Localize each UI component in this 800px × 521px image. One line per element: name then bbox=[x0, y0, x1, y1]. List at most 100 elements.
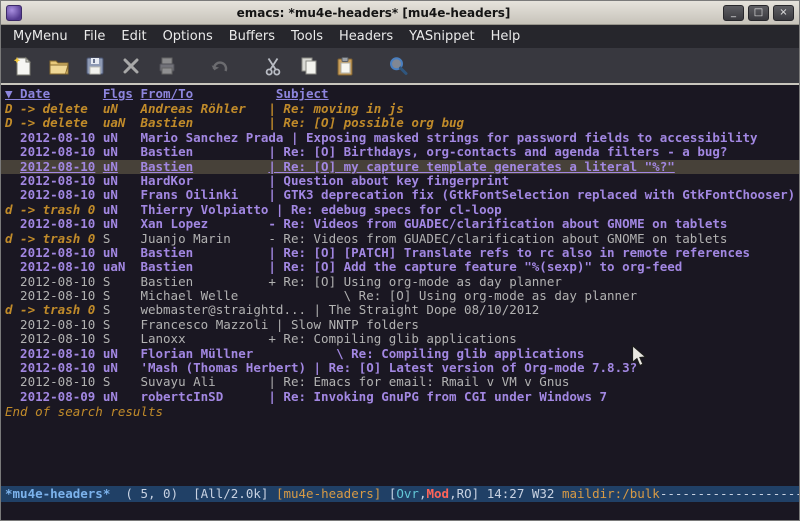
message-subject: | Re: Invoking GnuPG from CGI under Wind… bbox=[268, 390, 607, 404]
print-icon bbox=[156, 55, 178, 77]
message-from: Bastien bbox=[140, 246, 268, 260]
emacs-window: emacs: *mu4e-headers* [mu4e-headers] _ □… bbox=[0, 0, 800, 521]
modeline-text: *mu4e-headers* ( 5, 0) [All/2.0k] [mu4e-… bbox=[5, 486, 799, 501]
toolbar-save-button[interactable] bbox=[81, 52, 108, 79]
message-date: 2012-08-10 bbox=[20, 145, 103, 159]
paste-icon bbox=[334, 55, 356, 77]
window-title: emacs: *mu4e-headers* [mu4e-headers] bbox=[28, 6, 719, 20]
toolbar-paste-button[interactable] bbox=[331, 52, 358, 79]
toolbar-print-button[interactable] bbox=[153, 52, 180, 79]
toolbar-cut-button[interactable] bbox=[259, 52, 286, 79]
message-from: Michael Welle bbox=[140, 289, 268, 303]
message-flags: uN bbox=[103, 145, 141, 159]
menu-buffers[interactable]: Buffers bbox=[221, 27, 283, 46]
message-row[interactable]: D-> deleteuNAndreas Röhler| Re: moving i… bbox=[1, 102, 799, 116]
message-date: 2012-08-09 bbox=[20, 390, 103, 404]
minimize-button[interactable]: _ bbox=[723, 5, 744, 21]
message-row[interactable]: 2012-08-10uNXan Lopez- Re: Videos from G… bbox=[1, 217, 799, 231]
column-header-from[interactable]: From/To bbox=[140, 85, 275, 102]
toolbar-copy-button[interactable] bbox=[295, 52, 322, 79]
close-button[interactable]: × bbox=[773, 5, 794, 21]
message-flags: uN bbox=[103, 188, 141, 202]
message-date: 2012-08-10 bbox=[20, 160, 103, 174]
modeline-segment: , bbox=[449, 486, 457, 501]
modeline-segment bbox=[268, 486, 276, 501]
message-row[interactable]: d-> trash 0Swebmaster@straightd...| The … bbox=[1, 303, 799, 317]
message-flags: S bbox=[103, 275, 141, 289]
toolbar-search-button[interactable] bbox=[384, 52, 411, 79]
menu-mymenu[interactable]: MyMenu bbox=[5, 27, 76, 46]
message-row[interactable]: 2012-08-10uNFrans Oilinki| GTK3 deprecat… bbox=[1, 188, 799, 202]
toolbar-kill-buffer-button[interactable] bbox=[117, 52, 144, 79]
toolbar-open-file-button[interactable] bbox=[45, 52, 72, 79]
message-row[interactable]: 2012-08-10SLanoxx+ Re: Compiling glib ap… bbox=[1, 332, 799, 346]
message-row[interactable]: 2012-08-10SBastien+ Re: [O] Using org-mo… bbox=[1, 275, 799, 289]
message-flags: S bbox=[103, 332, 141, 346]
message-row[interactable]: d-> trash 0SJuanjo Marin- Re: Videos fro… bbox=[1, 232, 799, 246]
message-from: Bastien bbox=[140, 145, 268, 159]
message-row[interactable]: 2012-08-10uNBastien| Re: [O] my capture … bbox=[1, 160, 799, 174]
message-from: Suvayu Ali bbox=[140, 375, 268, 389]
message-date: -> trash 0 bbox=[20, 203, 103, 217]
menu-tools[interactable]: Tools bbox=[283, 27, 331, 46]
modeline-segment: [All/2.0k] bbox=[193, 486, 268, 501]
toolbar-new-file-button[interactable] bbox=[9, 52, 36, 79]
message-row[interactable]: 2012-08-10uN'Mash (Thomas Herbert)| Re: … bbox=[1, 361, 799, 375]
message-from: 'Mash (Thomas Herbert) bbox=[140, 361, 313, 375]
save-icon bbox=[84, 55, 106, 77]
message-date: -> delete bbox=[20, 102, 103, 116]
message-from: Thierry Volpiatto bbox=[140, 203, 275, 217]
message-subject: | Re: moving in js bbox=[268, 102, 403, 116]
maximize-button[interactable]: □ bbox=[748, 5, 769, 21]
buffer: ▼ DateFlgsFrom/ToSubject D-> deleteuNAnd… bbox=[1, 85, 799, 488]
menu-file[interactable]: File bbox=[76, 27, 114, 46]
message-row[interactable]: D-> deleteuaNBastien| Re: [O] possible o… bbox=[1, 116, 799, 130]
menu-edit[interactable]: Edit bbox=[113, 27, 154, 46]
message-from: Francesco Mazzoli bbox=[140, 318, 275, 332]
message-flags: uN bbox=[103, 203, 141, 217]
message-from: robertcInSD bbox=[140, 390, 268, 404]
message-date: 2012-08-10 bbox=[20, 332, 103, 346]
menu-help[interactable]: Help bbox=[483, 27, 529, 46]
message-flags: S bbox=[103, 303, 141, 317]
message-date: 2012-08-10 bbox=[20, 260, 103, 274]
message-row[interactable]: 2012-08-10uNMario Sanchez Prada| Exposin… bbox=[1, 131, 799, 145]
echo-area[interactable] bbox=[1, 502, 799, 520]
new-file-icon bbox=[12, 55, 34, 77]
menu-headers[interactable]: Headers bbox=[331, 27, 401, 46]
message-from: HardKor bbox=[140, 174, 268, 188]
message-row[interactable]: 2012-08-10SMichael Welle \ Re: [O] Using… bbox=[1, 289, 799, 303]
message-date: -> trash 0 bbox=[20, 303, 103, 317]
menu-options[interactable]: Options bbox=[155, 27, 221, 46]
message-row[interactable]: d-> trash 0uNThierry Volpiatto| Re: edeb… bbox=[1, 203, 799, 217]
message-row[interactable]: 2012-08-10uNBastien| Re: [O] [PATCH] Tra… bbox=[1, 246, 799, 260]
message-row[interactable]: 2012-08-10uNFlorian Müllner \ Re: Compil… bbox=[1, 347, 799, 361]
message-date: -> trash 0 bbox=[20, 232, 103, 246]
message-mark: d bbox=[5, 203, 20, 217]
modeline-segment: *mu4e-headers* bbox=[5, 486, 110, 501]
message-flags: uaN bbox=[103, 116, 141, 130]
message-flags: uN bbox=[103, 131, 141, 145]
column-header-date[interactable]: ▼ Date bbox=[5, 85, 103, 102]
message-row[interactable]: 2012-08-10uNBastien| Re: [O] Birthdays, … bbox=[1, 145, 799, 159]
message-from: Bastien bbox=[140, 160, 268, 174]
message-row[interactable]: 2012-08-10SFrancesco Mazzoli| Slow NNTP … bbox=[1, 318, 799, 332]
close-x-icon bbox=[120, 55, 142, 77]
message-date: 2012-08-10 bbox=[20, 131, 103, 145]
column-header-subject[interactable]: Subject bbox=[276, 85, 329, 102]
message-from: webmaster@straightd... bbox=[140, 303, 313, 317]
message-subject: | Re: [O] Add the capture feature "%(sex… bbox=[268, 260, 682, 274]
message-row[interactable]: 2012-08-10SSuvayu Ali| Re: Emacs for ema… bbox=[1, 375, 799, 389]
message-from: Frans Oilinki bbox=[140, 188, 268, 202]
message-row[interactable]: 2012-08-09uNrobertcInSD| Re: Invoking Gn… bbox=[1, 390, 799, 404]
message-date: 2012-08-10 bbox=[20, 289, 103, 303]
column-header-flags[interactable]: Flgs bbox=[103, 85, 141, 102]
message-row[interactable]: 2012-08-10uNHardKor| Question about key … bbox=[1, 174, 799, 188]
message-date: -> delete bbox=[20, 116, 103, 130]
message-row[interactable]: 2012-08-10uaNBastien| Re: [O] Add the ca… bbox=[1, 260, 799, 274]
message-flags: S bbox=[103, 289, 141, 303]
message-subject: | Slow NNTP folders bbox=[276, 318, 419, 332]
menu-yasnippet[interactable]: YASnippet bbox=[401, 27, 483, 46]
toolbar-undo-button[interactable] bbox=[206, 52, 233, 79]
emacs-icon[interactable] bbox=[6, 5, 22, 21]
